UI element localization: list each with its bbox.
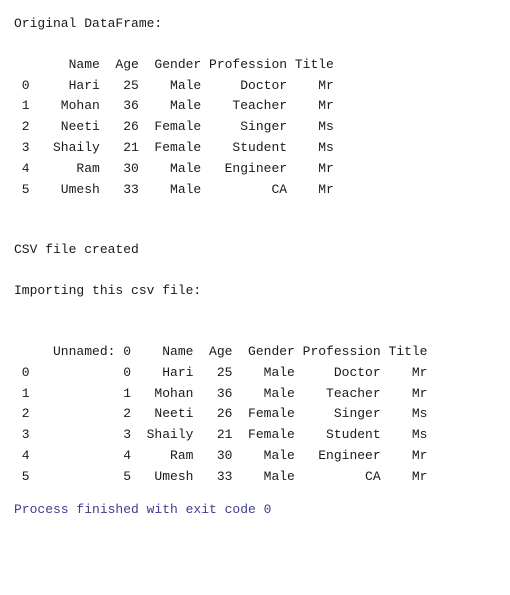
status-exit-code: Process finished with exit code 0 xyxy=(14,500,496,521)
table-imported: Unnamed: 0 Name Age Gender Profession Ti… xyxy=(14,342,496,488)
table-row: 1 1 Mohan 36 Male Teacher Mr xyxy=(14,384,496,405)
label-csv-created: CSV file created xyxy=(14,240,496,261)
table-row: 3 3 Shaily 21 Female Student Ms xyxy=(14,425,496,446)
table-row: 4 Ram 30 Male Engineer Mr xyxy=(14,159,496,180)
table-row: 4 4 Ram 30 Male Engineer Mr xyxy=(14,446,496,467)
table-header: Name Age Gender Profession Title xyxy=(14,55,496,76)
table-row: 0 Hari 25 Male Doctor Mr xyxy=(14,76,496,97)
table-row: 0 0 Hari 25 Male Doctor Mr xyxy=(14,363,496,384)
label-importing: Importing this csv file: xyxy=(14,281,496,302)
table-row: 3 Shaily 21 Female Student Ms xyxy=(14,138,496,159)
table-row: 2 Neeti 26 Female Singer Ms xyxy=(14,117,496,138)
table-row: 1 Mohan 36 Male Teacher Mr xyxy=(14,96,496,117)
table-original: Name Age Gender Profession Title 0 Hari … xyxy=(14,55,496,201)
table-row: 5 Umesh 33 Male CA Mr xyxy=(14,180,496,201)
table-header: Unnamed: 0 Name Age Gender Profession Ti… xyxy=(14,342,496,363)
table-row: 5 5 Umesh 33 Male CA Mr xyxy=(14,467,496,488)
label-original-dataframe: Original DataFrame: xyxy=(14,14,496,35)
table-row: 2 2 Neeti 26 Female Singer Ms xyxy=(14,404,496,425)
